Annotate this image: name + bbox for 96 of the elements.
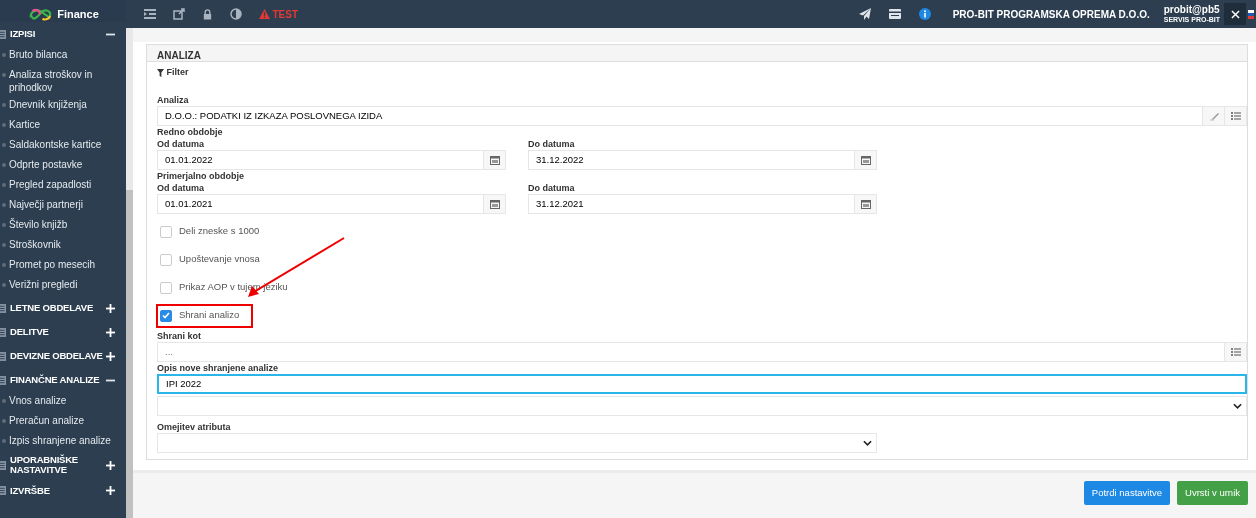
checkbox[interactable] <box>160 309 172 322</box>
sidebar-item[interactable]: Pregled zapadlosti <box>9 178 92 191</box>
sidebar-item[interactable]: Odprte postavke <box>9 158 83 171</box>
checkbox[interactable] <box>160 225 172 238</box>
sidebar-section[interactable]: DELITVE <box>6 326 104 338</box>
chevron-down-icon <box>863 439 872 446</box>
checkbox[interactable] <box>160 253 172 266</box>
checkbox[interactable] <box>160 281 172 294</box>
bullet-icon <box>2 419 6 423</box>
sidebar-item[interactable]: Največji partnerji <box>9 198 83 211</box>
bullet-icon <box>2 243 6 247</box>
date-field[interactable]: 31.12.2022 <box>528 149 855 170</box>
sidebar-item[interactable]: Stroškovnik <box>9 238 61 251</box>
close-icon <box>1230 9 1240 19</box>
sidebar-item[interactable]: Analiza stroškov in prihodkov <box>9 68 126 94</box>
eraser-icon[interactable] <box>1208 110 1219 121</box>
date-field[interactable]: 01.01.2021 <box>157 193 484 214</box>
sidebar-item[interactable]: Promet po mesecih <box>9 258 96 271</box>
sidebar-section[interactable]: LETNE OBDELAVE <box>6 302 104 314</box>
sidebar-item[interactable]: Vnos analize <box>9 394 67 407</box>
contrast-icon[interactable] <box>230 8 242 20</box>
field-label: Do datuma <box>528 137 576 150</box>
flag-icon <box>1248 9 1254 19</box>
field-label: Analiza <box>157 93 190 106</box>
section-label: Primerjalno obdobje <box>157 169 245 182</box>
sidebar-item[interactable]: Dnevnik knjiženja <box>9 98 87 111</box>
expand-icon[interactable] <box>106 303 115 313</box>
chevron-down-icon <box>1233 402 1242 409</box>
calendar-icon[interactable] <box>860 198 871 209</box>
sidebar-item[interactable]: Saldakontske kartice <box>9 138 102 151</box>
analysis-field[interactable]: D.O.O.: PODATKI IZ IZKAZA POSLOVNEGA IZIDA <box>157 105 1203 126</box>
sidebar-item[interactable]: Kartice <box>9 118 41 131</box>
bullet-icon <box>2 283 6 287</box>
field-label: Opis nove shranjene analize <box>157 361 280 374</box>
sidebar-section[interactable]: IZPISI <box>6 28 104 40</box>
bullet-icon <box>2 53 6 57</box>
sidebar-item[interactable]: Preračun analize <box>9 414 85 427</box>
expand-icon[interactable] <box>106 486 115 496</box>
bullet-icon <box>2 263 6 267</box>
calendar-icon[interactable] <box>860 154 871 165</box>
list-icon[interactable] <box>1230 110 1241 121</box>
bullet-icon <box>2 103 6 107</box>
card-icon[interactable] <box>888 9 901 19</box>
action-button[interactable]: Potrdi nastavitve <box>1083 480 1171 505</box>
save-as-field[interactable]: ... <box>157 341 1225 362</box>
sidebar-item[interactable]: Verižni pregledi <box>9 278 78 291</box>
bullet-icon <box>2 203 6 207</box>
bullet-icon <box>2 439 6 443</box>
sidebar-item[interactable]: Bruto bilanca <box>9 48 68 61</box>
indent-icon[interactable] <box>144 8 156 20</box>
environment-label: TEST <box>272 7 299 22</box>
calendar-icon[interactable] <box>489 154 500 165</box>
expand-icon[interactable] <box>106 327 115 337</box>
description-field[interactable]: IPI 2022 <box>157 373 1247 394</box>
field-label: Do datuma <box>528 181 576 194</box>
bullet-icon <box>2 399 6 403</box>
field-label: Shrani kot <box>157 329 202 342</box>
bullet-icon <box>2 143 6 147</box>
sidebar-section[interactable]: IZVRŠBE <box>6 485 104 497</box>
field-label: Od datuma <box>157 181 205 194</box>
panel-title: ANALIZA <box>147 45 1247 62</box>
scrollbar[interactable] <box>126 28 133 518</box>
app-title: Finance <box>57 6 99 22</box>
sidebar-item[interactable]: Število knjižb <box>9 218 68 231</box>
date-field[interactable]: 01.01.2022 <box>157 149 484 170</box>
filter-icon <box>157 68 164 77</box>
section-label: Redno obdobje <box>157 125 224 138</box>
sidebar-section[interactable]: FINANČNE ANALIZE <box>6 374 104 386</box>
checkbox-label: Deli zneske s 1000 <box>179 224 260 239</box>
company-name: PRO-BIT PROGRAMSKA OPREMA D.O.O. <box>952 7 1150 22</box>
bullet-icon <box>2 73 6 77</box>
calendar-icon[interactable] <box>489 198 500 209</box>
expand-icon[interactable] <box>106 351 115 361</box>
scrollbar-thumb[interactable] <box>126 190 133 518</box>
bullet-icon <box>2 183 6 187</box>
warning-icon <box>259 9 270 19</box>
bullet-icon <box>2 163 6 167</box>
checkbox-label: Upoštevanje vnosa <box>179 252 260 267</box>
field-label: Od datuma <box>157 137 205 150</box>
list-icon[interactable] <box>1230 346 1241 357</box>
checkbox-label: Shrani analizo <box>179 308 240 323</box>
sidebar-item[interactable]: Izpis shranjene analize <box>9 434 111 447</box>
field-label: Omejitev atributa <box>157 420 232 433</box>
info-icon[interactable] <box>918 8 931 20</box>
send-icon[interactable] <box>858 8 871 20</box>
close-button[interactable] <box>1224 3 1246 25</box>
user-name: probit@pb5 <box>1163 4 1220 16</box>
filter-label: Filter <box>166 66 189 79</box>
bullet-icon <box>2 223 6 227</box>
bullet-icon <box>2 123 6 127</box>
date-field[interactable]: 31.12.2021 <box>528 193 855 214</box>
lock-icon[interactable] <box>202 8 213 20</box>
sidebar-section[interactable]: DEVIZNE OBDELAVE <box>6 350 104 362</box>
expand-icon[interactable] <box>106 460 115 470</box>
sidebar-section[interactable]: UPORABNIŠKE NASTAVITVE <box>6 455 104 476</box>
external-link-icon[interactable] <box>173 8 185 20</box>
